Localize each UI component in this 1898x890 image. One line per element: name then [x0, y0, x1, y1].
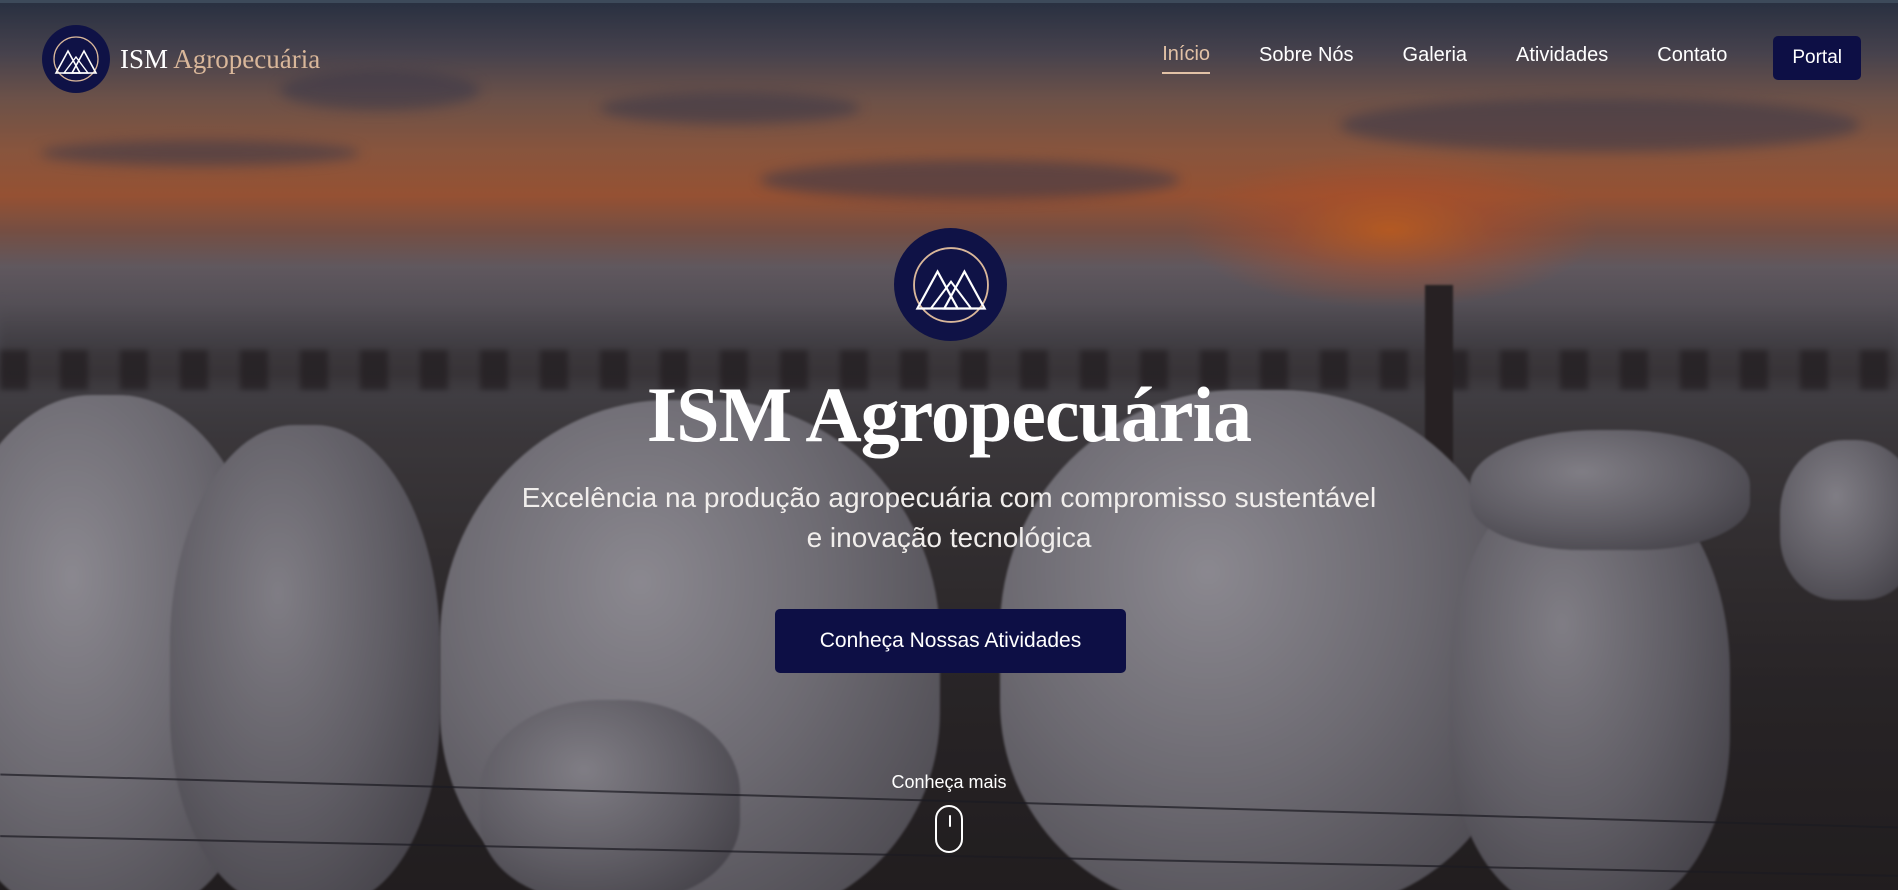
hero-title: ISM Agropecuária	[646, 371, 1252, 458]
mountain-triangles-logo-icon	[894, 228, 1007, 341]
mouse-scroll-icon[interactable]	[935, 805, 963, 853]
cta-atividades-button[interactable]: Conheça Nossas Atividades	[775, 609, 1126, 673]
top-border	[0, 0, 1898, 3]
portal-button[interactable]: Portal	[1773, 36, 1861, 80]
nav-item-contato[interactable]: Contato	[1657, 44, 1727, 73]
nav-item-inicio[interactable]: Início	[1162, 43, 1211, 74]
hero-subtitle-line1: Excelência na produção agropecuária com …	[521, 482, 1377, 513]
hero-subtitle-line2: e inovação tecnológica	[806, 522, 1092, 553]
brand-name-part2: Agropecuária	[173, 43, 321, 74]
nav-item-galeria[interactable]: Galeria	[1403, 44, 1467, 73]
mouse-wheel	[949, 815, 951, 827]
nav-item-sobre-nos[interactable]: Sobre Nós	[1259, 44, 1354, 73]
main-nav: Início Sobre Nós Galeria Atividades Cont…	[1113, 36, 1861, 80]
nav-item-atividades[interactable]: Atividades	[1516, 44, 1608, 73]
brand-name: ISM Agropecuária	[120, 44, 320, 75]
scroll-label: Conheça mais	[891, 772, 1007, 792]
header-logo[interactable]: ISM Agropecuária	[42, 25, 320, 93]
mountain-triangles-logo-icon	[42, 25, 110, 93]
hero-subtitle: Excelência na produção agropecuária com …	[459, 478, 1439, 558]
brand-name-part1: ISM	[120, 43, 169, 74]
